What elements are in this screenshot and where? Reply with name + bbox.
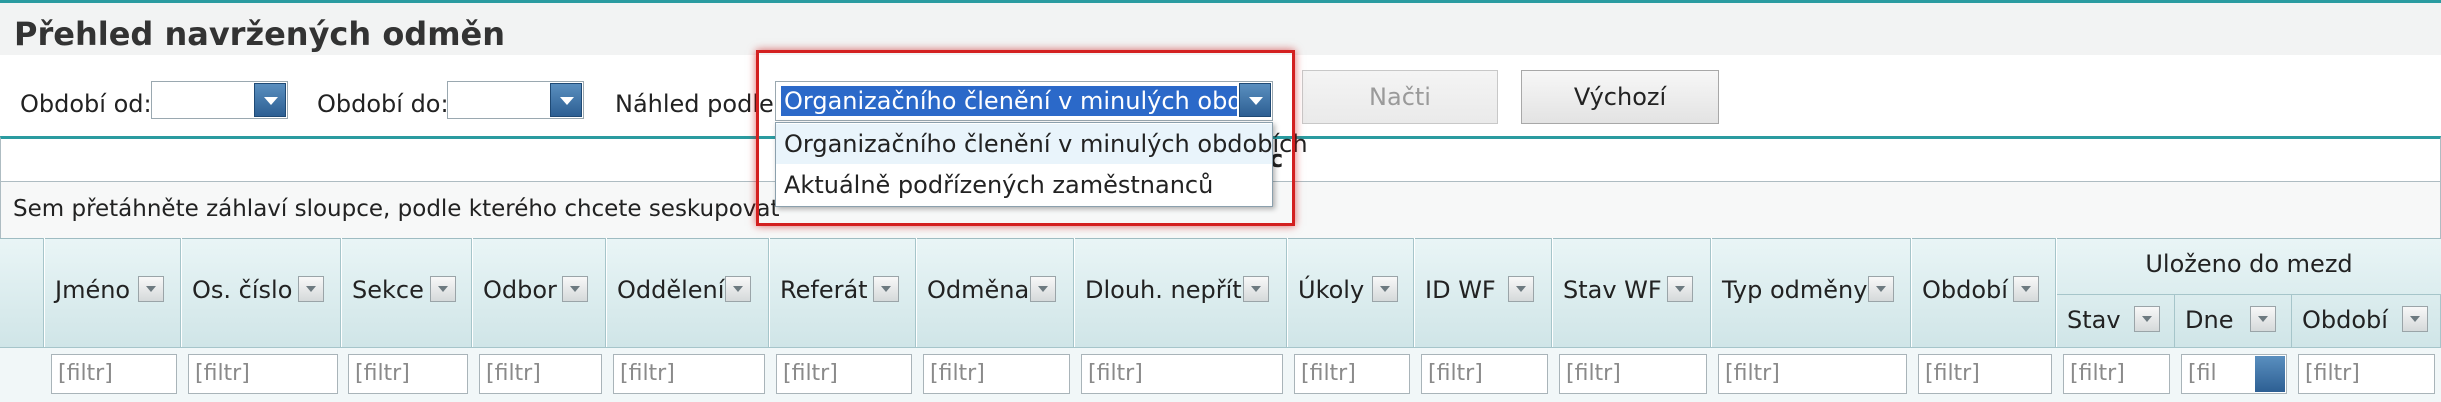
- highlight-frame: [756, 50, 1295, 226]
- page-title: Přehled navržených odměn: [14, 15, 506, 53]
- sort-icon[interactable]: [562, 276, 588, 302]
- filter-input-dlouh-neprit[interactable]: [filtr]: [1081, 354, 1283, 394]
- filter-input-stav[interactable]: [filtr]: [2063, 354, 2170, 394]
- drag-hint: Sem přetáhněte záhlaví sloupce, podle kt…: [13, 196, 780, 222]
- sort-icon[interactable]: [1667, 276, 1693, 302]
- filter-input-stav-wf[interactable]: [filtr]: [1559, 354, 1707, 394]
- filter-input-ukoly[interactable]: [filtr]: [1294, 354, 1410, 394]
- filter-input-odbor[interactable]: [filtr]: [479, 354, 602, 394]
- column-group-title: Uloženo do mezd: [2145, 250, 2353, 278]
- sort-icon[interactable]: [1508, 276, 1534, 302]
- column-header-referat[interactable]: Referát: [770, 238, 917, 347]
- period-to-combo[interactable]: [447, 81, 584, 119]
- sort-icon[interactable]: [2013, 276, 2039, 302]
- column-header-obdobi[interactable]: Období: [1912, 238, 2057, 347]
- column-header-dlouh-neprit[interactable]: Dlouh. nepřít.: [1075, 238, 1288, 347]
- filter-input-oddeleni[interactable]: [filtr]: [613, 354, 765, 394]
- column-header-obdobi-mzdy[interactable]: Období: [2292, 294, 2441, 347]
- chevron-down-icon[interactable]: [2255, 356, 2285, 392]
- sort-icon[interactable]: [138, 276, 164, 302]
- period-from-combo[interactable]: [151, 81, 288, 119]
- filter-input-jmeno[interactable]: [filtr]: [51, 354, 177, 394]
- filter-input-sekce[interactable]: [filtr]: [348, 354, 468, 394]
- sort-icon[interactable]: [2134, 306, 2160, 332]
- column-header-typ-odmeny[interactable]: Typ odměny: [1712, 238, 1912, 347]
- sort-icon[interactable]: [298, 276, 324, 302]
- period-from-label: Období od:: [20, 90, 152, 118]
- column-header-odbor[interactable]: Odbor: [473, 238, 607, 347]
- default-button[interactable]: Výchozí: [1521, 70, 1719, 124]
- filter-input-referat[interactable]: [filtr]: [776, 354, 912, 394]
- filter-input-dne[interactable]: [fil: [2181, 354, 2287, 394]
- sort-icon[interactable]: [1868, 276, 1894, 302]
- load-button[interactable]: Načti: [1302, 70, 1498, 124]
- chevron-down-icon[interactable]: [254, 83, 286, 117]
- filter-input-id-wf[interactable]: [filtr]: [1421, 354, 1548, 394]
- column-header-ukoly[interactable]: Úkoly: [1288, 238, 1415, 347]
- sort-icon[interactable]: [725, 276, 751, 302]
- row-indicator-header: [0, 238, 45, 347]
- filter-input-obdobi[interactable]: [filtr]: [1918, 354, 2052, 394]
- column-header-id-wf[interactable]: ID WF: [1415, 238, 1553, 347]
- column-header-sekce[interactable]: Sekce: [342, 238, 473, 347]
- column-header-os-cislo[interactable]: Os. číslo: [182, 238, 342, 347]
- sort-icon[interactable]: [1372, 276, 1398, 302]
- filter-input-typ-odmeny[interactable]: [filtr]: [1718, 354, 1907, 394]
- sort-icon[interactable]: [873, 276, 899, 302]
- filter-input-obdobi-mzdy[interactable]: [filtr]: [2298, 354, 2435, 394]
- sort-icon[interactable]: [2250, 306, 2276, 332]
- column-header-stav[interactable]: Stav: [2057, 294, 2175, 347]
- filter-input-odmena[interactable]: [filtr]: [923, 354, 1070, 394]
- sort-icon[interactable]: [1243, 276, 1269, 302]
- column-group-header: Uloženo do mezd: [2057, 238, 2441, 294]
- period-to-label: Období do:: [317, 90, 449, 118]
- column-header-jmeno[interactable]: Jméno: [45, 238, 182, 347]
- column-header-oddeleni[interactable]: Oddělení: [607, 238, 770, 347]
- chevron-down-icon[interactable]: [550, 83, 582, 117]
- sort-icon[interactable]: [1030, 276, 1056, 302]
- filter-input-os-cislo[interactable]: [filtr]: [188, 354, 338, 394]
- title-bar: Přehled navržených odměn: [0, 0, 2441, 55]
- column-header-dne[interactable]: Dne: [2175, 294, 2292, 347]
- sort-icon[interactable]: [2402, 306, 2428, 332]
- sort-icon[interactable]: [430, 276, 456, 302]
- column-header-stav-wf[interactable]: Stav WF: [1553, 238, 1712, 347]
- column-header-odmena[interactable]: Odměna: [917, 238, 1075, 347]
